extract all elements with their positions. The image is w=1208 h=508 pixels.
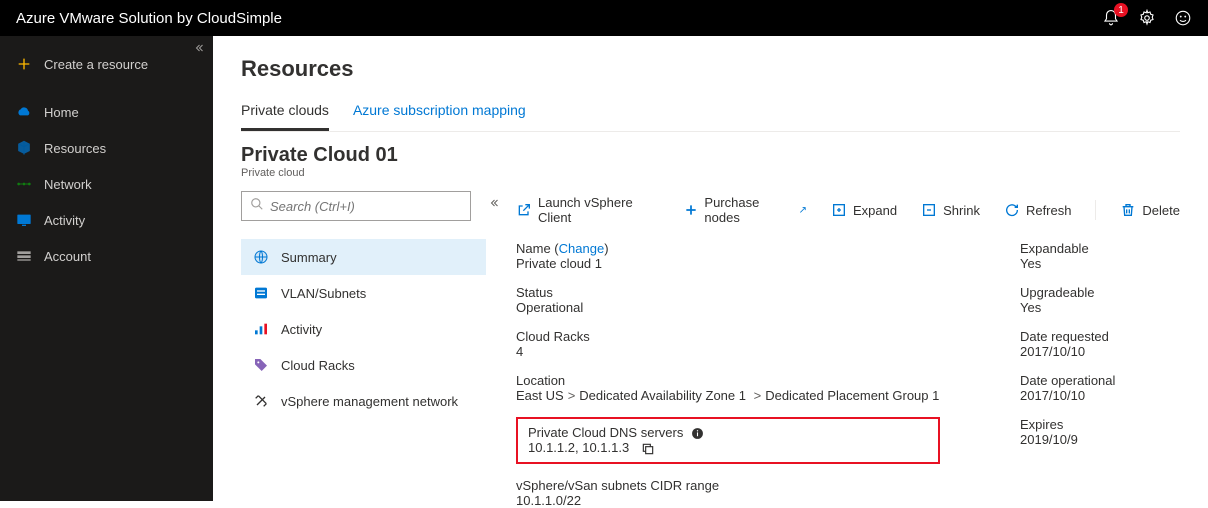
sidebar-item-account[interactable]: Account	[0, 238, 213, 274]
expand-button[interactable]: Expand	[831, 202, 897, 218]
nav-activity[interactable]: Activity	[241, 311, 486, 347]
nav-cloud-racks[interactable]: Cloud Racks	[241, 347, 486, 383]
tab-subscription-mapping[interactable]: Azure subscription mapping	[353, 96, 526, 131]
purchase-button[interactable]: Purchase nodes↗	[684, 195, 807, 225]
sidebar-item-resources[interactable]: Resources	[0, 130, 213, 166]
page-title: Resources	[241, 56, 1180, 82]
sidebar-item-label: Activity	[44, 213, 85, 228]
location-value: East US>Dedicated Availability Zone 1 >D…	[516, 388, 940, 403]
resource-subtitle: Private cloud	[241, 167, 1180, 179]
expand-icon	[831, 202, 847, 218]
search-icon	[250, 197, 264, 216]
topbar-title: Azure VMware Solution by CloudSimple	[16, 10, 1102, 27]
expires-label: Expires	[1020, 417, 1180, 432]
racks-value: 4	[516, 344, 940, 359]
sidebar-item-activity[interactable]: Activity	[0, 202, 213, 238]
external-icon	[516, 202, 532, 218]
change-link[interactable]: Change	[559, 241, 605, 256]
status-value: Operational	[516, 300, 940, 315]
nav-vsphere[interactable]: vSphere management network	[241, 383, 486, 419]
separator	[1095, 200, 1096, 220]
expires-value: 2019/10/9	[1020, 432, 1180, 447]
racks-label: Cloud Racks	[516, 329, 940, 344]
status-label: Status	[516, 285, 940, 300]
resource-title: Private Cloud 01	[241, 144, 1180, 167]
sidebar-item-network[interactable]: Network	[0, 166, 213, 202]
dns-highlight: Private Cloud DNS servers 10.1.1.2, 10.1…	[516, 417, 940, 464]
left-collapse-icon[interactable]	[488, 197, 500, 212]
main: Resources Private clouds Azure subscript…	[213, 36, 1208, 501]
delete-button[interactable]: Delete	[1120, 202, 1180, 218]
shrink-icon	[921, 202, 937, 218]
topbar-actions: 1	[1102, 9, 1192, 27]
cube-icon	[16, 140, 32, 156]
nav-vlan[interactable]: VLAN/Subnets	[241, 275, 486, 311]
globe-icon	[253, 249, 269, 265]
cloud-icon	[16, 104, 32, 120]
operational-label: Date operational	[1020, 373, 1180, 388]
requested-value: 2017/10/10	[1020, 344, 1180, 359]
operational-value: 2017/10/10	[1020, 388, 1180, 403]
dns-value: 10.1.1.2, 10.1.1.3	[528, 440, 928, 456]
shrink-button[interactable]: Shrink	[921, 202, 980, 218]
sidebar-item-label: Home	[44, 105, 79, 120]
cidr-label: vSphere/vSan subnets CIDR range	[516, 478, 940, 493]
refresh-icon	[1004, 202, 1020, 218]
cidr-value: 10.1.1.0/22	[516, 493, 940, 508]
sidebar-item-label: Network	[44, 177, 92, 192]
search-input[interactable]	[270, 199, 462, 214]
nav-summary[interactable]: Summary	[241, 239, 486, 275]
nav-label: VLAN/Subnets	[281, 286, 366, 301]
activity-icon	[253, 321, 269, 337]
sidebar-create-resource[interactable]: Create a resource	[0, 46, 213, 82]
name-value: Private cloud 1	[516, 256, 940, 271]
dns-label: Private Cloud DNS servers	[528, 425, 928, 440]
toolbar: Launch vSphere Client Purchase nodes↗ Ex…	[516, 191, 1180, 241]
notification-icon[interactable]: 1	[1102, 9, 1120, 27]
copy-icon[interactable]	[641, 442, 655, 456]
sidebar-item-label: Account	[44, 249, 91, 264]
sidebar-collapse-icon[interactable]	[193, 42, 205, 57]
monitor-icon	[16, 212, 32, 228]
trash-icon	[1120, 202, 1136, 218]
requested-label: Date requested	[1020, 329, 1180, 344]
topbar: Azure VMware Solution by CloudSimple 1	[0, 0, 1208, 36]
nav-label: vSphere management network	[281, 394, 458, 409]
tab-private-clouds[interactable]: Private clouds	[241, 96, 329, 131]
wrench-icon	[253, 393, 269, 409]
sidebar-item-label: Create a resource	[44, 57, 148, 72]
expandable-value: Yes	[1020, 256, 1180, 271]
plus-icon	[16, 56, 32, 72]
name-label: Name (Change)	[516, 241, 940, 256]
right-panel: Launch vSphere Client Purchase nodes↗ Ex…	[496, 191, 1180, 508]
feedback-icon[interactable]	[1174, 9, 1192, 27]
plus-icon	[684, 203, 698, 217]
details: Name (Change) Private cloud 1 Status Ope…	[516, 241, 1180, 508]
external-small-icon: ↗	[799, 205, 807, 216]
network-icon	[16, 176, 32, 192]
sidebar-item-home[interactable]: Home	[0, 94, 213, 130]
upgradeable-label: Upgradeable	[1020, 285, 1180, 300]
notification-badge: 1	[1114, 3, 1128, 17]
info-icon[interactable]	[691, 427, 704, 440]
vlan-icon	[253, 285, 269, 301]
sidebar-item-label: Resources	[44, 141, 106, 156]
search-box[interactable]	[241, 191, 471, 221]
location-label: Location	[516, 373, 940, 388]
refresh-button[interactable]: Refresh	[1004, 202, 1072, 218]
nav-label: Activity	[281, 322, 322, 337]
nav-label: Summary	[281, 250, 337, 265]
expandable-label: Expandable	[1020, 241, 1180, 256]
tabs: Private clouds Azure subscription mappin…	[241, 96, 1180, 132]
nav-label: Cloud Racks	[281, 358, 355, 373]
left-panel: Summary VLAN/Subnets Activity	[241, 191, 496, 508]
tag-icon	[253, 357, 269, 373]
account-icon	[16, 248, 32, 264]
upgradeable-value: Yes	[1020, 300, 1180, 315]
gear-icon[interactable]	[1138, 9, 1156, 27]
launch-button[interactable]: Launch vSphere Client	[516, 195, 660, 225]
sidebar: Create a resource Home Resources Network…	[0, 36, 213, 501]
